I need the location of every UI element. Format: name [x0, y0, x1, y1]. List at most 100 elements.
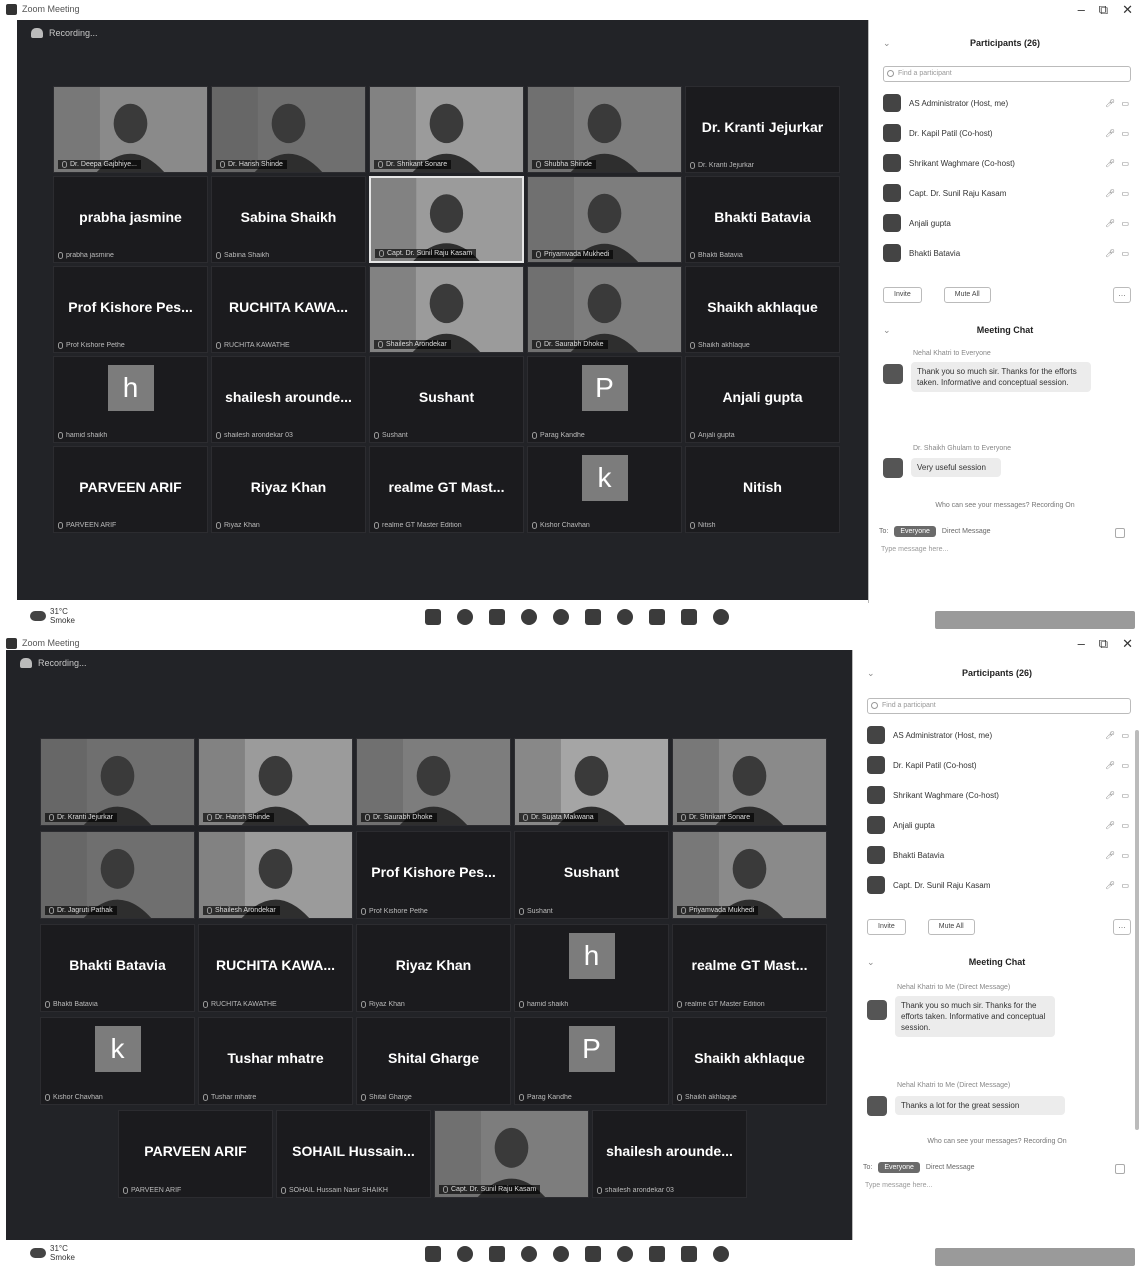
participant-tile[interactable]: Shaikh akhlaque Shaikh akhlaque — [672, 1017, 827, 1105]
panel-scrollbar[interactable] — [1135, 730, 1139, 1130]
chat-privacy-notice[interactable]: Who can see your messages? Recording On — [869, 502, 1141, 509]
chat-privacy-notice[interactable]: Who can see your messages? Recording On — [853, 1138, 1141, 1145]
participant-tile[interactable]: Dr. Saurabh Dhoke — [527, 266, 682, 353]
start-icon[interactable] — [425, 1246, 441, 1262]
participant-tile[interactable]: Capt. Dr. Sunil Raju Kasam — [434, 1110, 589, 1198]
participant-row[interactable]: Shrikant Waghmare (Co-host) 🎤︎ ▭ — [883, 152, 1131, 174]
file-icon[interactable] — [1115, 1164, 1125, 1174]
participant-search-input[interactable]: Find a participant — [883, 66, 1131, 82]
invite-button[interactable]: Invite — [867, 919, 906, 935]
invite-button[interactable]: Invite — [883, 287, 922, 303]
participant-tile[interactable]: RUCHITA KAWA... RUCHITA KAWATHE — [198, 924, 353, 1012]
recipient-dropdown[interactable]: Everyone — [894, 526, 936, 537]
participant-tile[interactable]: prabha jasmine prabha jasmine — [53, 176, 208, 263]
mic-video-icon[interactable]: 🎤︎ ▭ — [1105, 851, 1131, 860]
participant-tile[interactable]: Bhakti Batavia Bhakti Batavia — [40, 924, 195, 1012]
participant-tile[interactable]: Prof Kishore Pes... Prof Kishore Pethe — [53, 266, 208, 353]
participant-tile[interactable]: P Parag Kandhe — [527, 356, 682, 443]
participant-tile[interactable]: Priyamvada Mukhedi — [527, 176, 682, 263]
mic-video-icon[interactable]: 🎤︎ ▭ — [1105, 189, 1131, 198]
recipient-dropdown[interactable]: Everyone — [878, 1162, 920, 1173]
participant-tile[interactable]: k Kishor Chavhan — [40, 1017, 195, 1105]
file-explorer-icon[interactable] — [585, 1246, 601, 1262]
mic-video-icon[interactable]: 🎤︎ ▭ — [1105, 159, 1131, 168]
close-icon[interactable]: ✕ — [1122, 2, 1133, 18]
edge-icon[interactable] — [617, 1246, 633, 1262]
chat-input[interactable]: Type message here... — [865, 1182, 932, 1189]
app-icon[interactable] — [713, 1246, 729, 1262]
app-icon[interactable] — [713, 609, 729, 625]
participant-tile[interactable]: k Kishor Chavhan — [527, 446, 682, 533]
weather-widget[interactable]: 31°C Smoke — [30, 1244, 75, 1262]
participant-row[interactable]: Dr. Kapil Patil (Co-host) 🎤︎ ▭ — [883, 122, 1131, 144]
chrome-icon[interactable] — [521, 1246, 537, 1262]
participant-tile[interactable]: shailesh arounde... shailesh arondekar 03 — [592, 1110, 747, 1198]
participant-tile[interactable]: P Parag Kandhe — [514, 1017, 669, 1105]
participant-tile[interactable]: Dr. Sujata Makwana — [514, 738, 669, 826]
participant-tile[interactable]: Shailesh Arondekar — [198, 831, 353, 919]
mic-video-icon[interactable]: 🎤︎ ▭ — [1105, 219, 1131, 228]
participant-tile[interactable]: Dr. Jagruti Pathak — [40, 831, 195, 919]
participant-tile[interactable]: Nitish Nitish — [685, 446, 840, 533]
participant-tile[interactable]: RUCHITA KAWA... RUCHITA KAWATHE — [211, 266, 366, 353]
participant-tile[interactable]: Dr. Deepa Gajbhiye... — [53, 86, 208, 173]
participant-tile[interactable]: SOHAIL Hussain... SOHAIL Hussain Nasir SH… — [276, 1110, 431, 1198]
edge-icon[interactable] — [617, 609, 633, 625]
participant-row[interactable]: Bhakti Batavia 🎤︎ ▭ — [883, 242, 1131, 264]
participant-row[interactable]: Anjali gupta 🎤︎ ▭ — [867, 814, 1131, 836]
system-tray[interactable] — [935, 1248, 1135, 1266]
file-icon[interactable] — [1115, 528, 1125, 538]
start-icon[interactable] — [425, 609, 441, 625]
participant-row[interactable]: AS Administrator (Host, me) 🎤︎ ▭ — [867, 724, 1131, 746]
participant-tile[interactable]: Dr. Harish Shinde — [211, 86, 366, 173]
participant-tile[interactable]: PARVEEN ARIF PARVEEN ARIF — [53, 446, 208, 533]
participant-tile[interactable]: Riyaz Khan Riyaz Khan — [356, 924, 511, 1012]
participant-tile[interactable]: Dr. Saurabh Dhoke — [356, 738, 511, 826]
participant-tile[interactable]: Tushar mhatre Tushar mhatre — [198, 1017, 353, 1105]
weather-widget[interactable]: 31°C Smoke — [30, 607, 75, 625]
participant-tile[interactable]: Bhakti Batavia Bhakti Batavia — [685, 176, 840, 263]
participant-row[interactable]: Anjali gupta 🎤︎ ▭ — [883, 212, 1131, 234]
mic-video-icon[interactable]: 🎤︎ ▭ — [1105, 881, 1131, 890]
participant-row[interactable]: Bhakti Batavia 🎤︎ ▭ — [867, 844, 1131, 866]
file-explorer-icon[interactable] — [585, 609, 601, 625]
participant-tile[interactable]: PARVEEN ARIF PARVEEN ARIF — [118, 1110, 273, 1198]
mic-video-icon[interactable]: 🎤︎ ▭ — [1105, 249, 1131, 258]
participant-row[interactable]: Capt. Dr. Sunil Raju Kasam 🎤︎ ▭ — [867, 874, 1131, 896]
participant-tile[interactable]: Dr. Harish Shinde — [198, 738, 353, 826]
participant-tile[interactable]: Sabina Shaikh Sabina Shaikh — [211, 176, 366, 263]
mute-all-button[interactable]: Mute All — [927, 919, 975, 935]
store-icon[interactable] — [681, 1246, 697, 1262]
participant-tile[interactable]: shailesh arounde... shailesh arondekar 03 — [211, 356, 366, 443]
participant-tile[interactable]: Sushant Sushant — [369, 356, 524, 443]
participant-tile[interactable]: Prof Kishore Pes... Prof Kishore Pethe — [356, 831, 511, 919]
chat-input[interactable]: Type message here... — [881, 546, 948, 553]
mic-video-icon[interactable]: 🎤︎ ▭ — [1105, 761, 1131, 770]
participant-tile[interactable]: Dr. Kranti Jejurkar — [40, 738, 195, 826]
participant-tile[interactable]: Sushant Sushant — [514, 831, 669, 919]
mic-video-icon[interactable]: 🎤︎ ▭ — [1105, 129, 1131, 138]
restore-icon[interactable]: ⧉ — [1099, 2, 1108, 18]
zoom-icon[interactable] — [553, 609, 569, 625]
more-options-button[interactable]: … — [1113, 919, 1131, 935]
participant-row[interactable]: Capt. Dr. Sunil Raju Kasam 🎤︎ ▭ — [883, 182, 1131, 204]
participant-tile[interactable]: Shubha Shinde — [527, 86, 682, 173]
participant-tile[interactable]: h hamid shaikh — [514, 924, 669, 1012]
participant-tile[interactable]: Dr. Shrikant Sonare — [672, 738, 827, 826]
participant-tile[interactable]: Shital Gharge Shital Gharge — [356, 1017, 511, 1105]
mic-video-icon[interactable]: 🎤︎ ▭ — [1105, 99, 1131, 108]
mail-icon[interactable] — [649, 1246, 665, 1262]
task-view-icon[interactable] — [489, 609, 505, 625]
mic-video-icon[interactable]: 🎤︎ ▭ — [1105, 731, 1131, 740]
participant-tile[interactable]: Dr. Kranti Jejurkar Dr. Kranti Jejurkar — [685, 86, 840, 173]
participant-tile[interactable]: realme GT Mast... realme GT Master Editio… — [369, 446, 524, 533]
zoom-icon[interactable] — [553, 1246, 569, 1262]
participant-tile[interactable]: Priyamvada Mukhedi — [672, 831, 827, 919]
search-icon[interactable] — [457, 609, 473, 625]
chrome-icon[interactable] — [521, 609, 537, 625]
participant-tile[interactable]: Anjali gupta Anjali gupta — [685, 356, 840, 443]
mail-icon[interactable] — [649, 609, 665, 625]
mic-video-icon[interactable]: 🎤︎ ▭ — [1105, 791, 1131, 800]
system-tray[interactable] — [935, 611, 1135, 629]
mic-video-icon[interactable]: 🎤︎ ▭ — [1105, 821, 1131, 830]
